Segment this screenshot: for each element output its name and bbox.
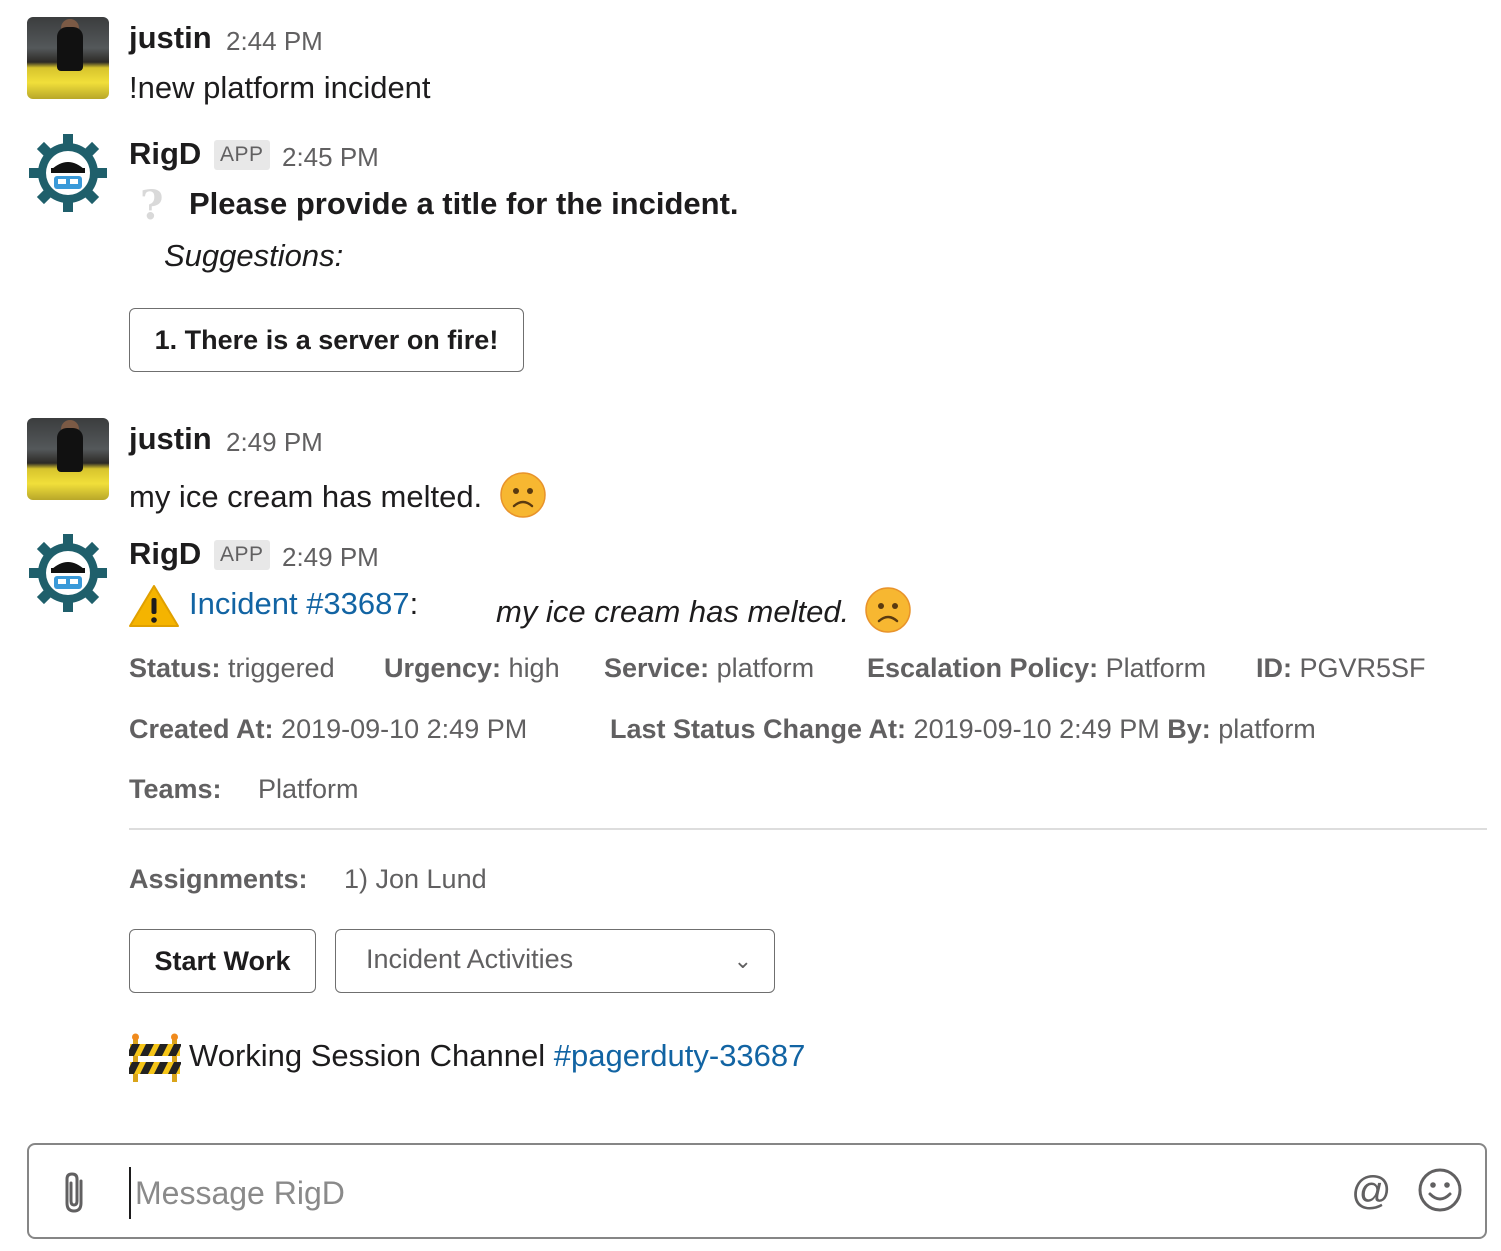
timestamp[interactable]: 2:49 PM <box>282 542 379 573</box>
message-rigd-2: RigD APP 2:49 PM Incident #33687: my ice… <box>0 520 1501 1100</box>
field-value: 2019-09-10 2:49 PM <box>281 714 528 744</box>
message-text: my ice cream has melted. <box>129 471 547 527</box>
incident-colon: : <box>409 586 419 621</box>
question-mark-icon: ? <box>140 182 164 229</box>
field-service: Service: platform <box>604 653 814 684</box>
field-value: 2019-09-10 2:49 PM <box>913 714 1160 744</box>
field-label: Service: <box>604 653 710 683</box>
timestamp[interactable]: 2:44 PM <box>226 26 323 57</box>
incident-activities-select[interactable]: Incident Activities ⌄ <box>335 929 775 993</box>
field-label: Urgency: <box>384 653 502 683</box>
field-label: Assignments: <box>129 864 308 894</box>
author-name[interactable]: RigD <box>129 536 201 572</box>
message-text: !new platform incident <box>129 70 431 105</box>
field-assignments-value: 1) Jon Lund <box>344 864 487 894</box>
construction-icon <box>126 1032 182 1089</box>
working-session: Working Session Channel #pagerduty-33687 <box>189 1038 805 1074</box>
suggestions-label: Suggestions: <box>164 238 344 273</box>
field-label: Created At: <box>129 714 274 744</box>
field-teams: Teams: <box>129 774 222 805</box>
select-value: Incident Activities <box>366 944 574 974</box>
field-escalation-policy: Escalation Policy: Platform <box>867 653 1206 684</box>
message-justin-2: justin 2:49 PM my ice cream has melted. <box>0 405 1501 518</box>
field-label: Last Status Change At: <box>610 714 907 744</box>
field-value: triggered <box>228 653 335 683</box>
incident-title-text: my ice cream has melted. <box>496 594 850 630</box>
start-work-button[interactable]: Start Work <box>129 929 316 993</box>
field-label: ID: <box>1256 653 1292 683</box>
channel-link[interactable]: #pagerduty-33687 <box>554 1038 806 1073</box>
incident-header: Incident #33687: <box>189 586 418 622</box>
field-status: Status: triggered <box>129 653 335 684</box>
author-name[interactable]: justin <box>129 421 212 457</box>
field-value: platform <box>716 653 815 683</box>
field-assignments: Assignments: <box>129 864 308 895</box>
emoji-icon[interactable] <box>1417 1167 1463 1213</box>
avatar-justin[interactable] <box>27 418 109 500</box>
divider <box>129 828 1487 830</box>
field-label: By: <box>1167 714 1211 744</box>
message-justin-1: justin 2:44 PM !new platform incident <box>0 0 1501 110</box>
frowning-face-icon <box>864 586 912 642</box>
field-created-at: Created At: 2019-09-10 2:49 PM <box>129 714 527 745</box>
field-value: Platform <box>1105 653 1207 683</box>
field-id: ID: PGVR5SF <box>1256 653 1426 684</box>
at-icon[interactable]: @ <box>1351 1169 1392 1214</box>
suggestion-button[interactable]: 1. There is a server on fire! <box>129 308 524 372</box>
timestamp[interactable]: 2:45 PM <box>282 142 379 173</box>
prompt-text: Please provide a title for the incident. <box>189 186 739 221</box>
field-value: high <box>508 653 560 683</box>
incident-title: my ice cream has melted. <box>496 586 912 642</box>
message-rigd-1: RigD APP 2:45 PM ? Please provide a titl… <box>0 120 1501 390</box>
working-session-text: Working Session Channel <box>189 1038 546 1073</box>
field-label: Status: <box>129 653 221 683</box>
avatar-rigd[interactable] <box>27 132 109 214</box>
warning-icon <box>128 584 180 633</box>
author-name[interactable]: RigD <box>129 136 201 172</box>
field-value: PGVR5SF <box>1299 653 1426 683</box>
frowning-face-icon <box>499 471 547 527</box>
message-text-content: my ice cream has melted. <box>129 479 483 515</box>
avatar-justin[interactable] <box>27 17 109 99</box>
avatar-rigd[interactable] <box>27 532 109 614</box>
field-value: platform <box>1218 714 1316 744</box>
author-name[interactable]: justin <box>129 20 212 56</box>
field-teams-value: Platform <box>258 774 359 804</box>
chevron-down-icon: ⌄ <box>733 948 752 973</box>
paperclip-icon[interactable] <box>59 1171 93 1217</box>
field-label: Escalation Policy: <box>867 653 1099 683</box>
field-urgency: Urgency: high <box>384 653 560 684</box>
incident-link[interactable]: Incident #33687 <box>189 586 410 621</box>
app-badge: APP <box>214 140 270 170</box>
field-label: Teams: <box>129 774 222 804</box>
message-composer: @ <box>27 1143 1487 1239</box>
timestamp[interactable]: 2:49 PM <box>226 427 323 458</box>
field-last-status-change: Last Status Change At: 2019-09-10 2:49 P… <box>610 714 1316 745</box>
message-input[interactable] <box>129 1167 1229 1219</box>
app-badge: APP <box>214 540 270 570</box>
